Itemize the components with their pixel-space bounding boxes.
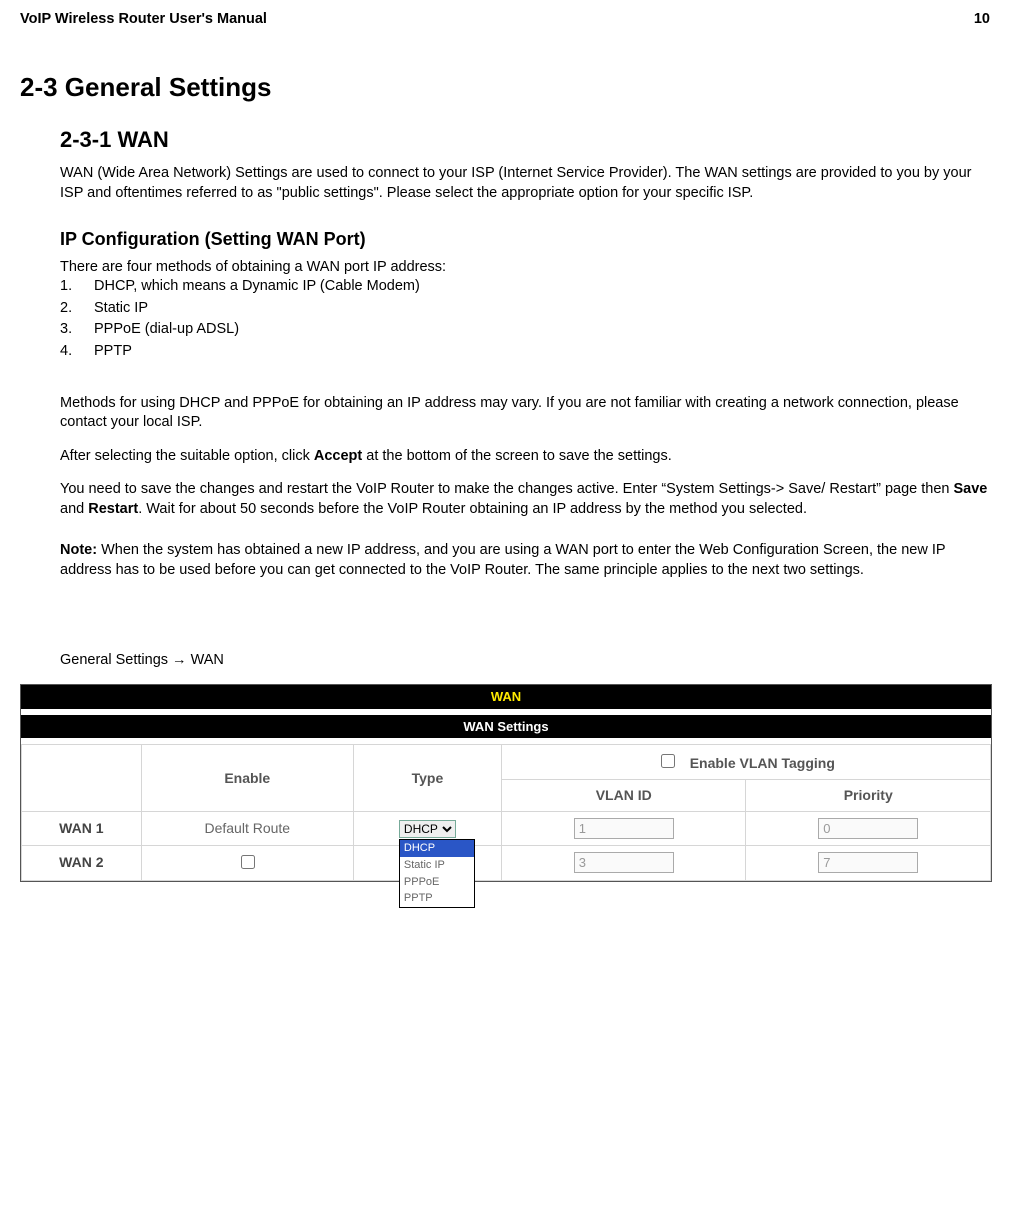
wan1-priority-input[interactable] [818,818,918,839]
heading-2-3: 2-3 General Settings [20,70,990,105]
row-type-cell: DHCP DHCP Static IP PPPoE PPTP [353,811,501,845]
type-option-pppoe[interactable]: PPPoE [400,874,474,891]
save-restart-paragraph: You need to save the changes and restart… [60,480,990,519]
col-blank [22,745,142,812]
screenshot-subtitle-bar: WAN Settings [21,715,991,739]
restart-bold: Restart [88,501,138,517]
breadcrumb-path: General Settings → WAN [60,651,990,671]
wan-settings-table: Enable Type Enable VLAN Tagging VLAN ID … [21,744,991,881]
row-enable: Default Route [141,811,353,845]
wan2-priority-input[interactable] [818,852,918,873]
wan-settings-screenshot: WAN WAN Settings Enable Type Enable VLAN… [20,684,992,882]
screenshot-title-bar: WAN [21,685,991,709]
list-item: 4.PPTP [60,342,990,364]
col-vlan-group: Enable VLAN Tagging [501,745,990,780]
note-label: Note: [60,542,97,558]
type-dropdown-list[interactable]: DHCP Static IP PPPoE PPTP [399,839,475,908]
row-enable [141,845,353,880]
accept-bold: Accept [314,448,362,464]
table-row: WAN 1 Default Route DHCP DHCP Static IP … [22,811,991,845]
list-item: 2.Static IP [60,299,990,321]
col-vlan-id: VLAN ID [501,780,746,812]
accept-paragraph: After selecting the suitable option, cli… [60,447,990,467]
wan1-vlan-id-input[interactable] [574,818,674,839]
list-item: 3.PPPoE (dial-up ADSL) [60,320,990,342]
methods-intro: There are four methods of obtaining a WA… [60,258,990,278]
page-number: 10 [974,10,990,30]
methods-list: 1.DHCP, which means a Dynamic IP (Cable … [60,277,990,363]
row-name: WAN 2 [22,845,142,880]
col-enable: Enable [141,745,353,812]
heading-2-3-1: 2-3-1 WAN [60,125,990,155]
heading-ip-configuration: IP Configuration (Setting WAN Port) [60,227,990,251]
wan2-vlan-id-input[interactable] [574,852,674,873]
col-priority: Priority [746,780,991,812]
row-name: WAN 1 [22,811,142,845]
type-option-staticip[interactable]: Static IP [400,857,474,874]
list-item: 1.DHCP, which means a Dynamic IP (Cable … [60,277,990,299]
wan-intro-paragraph: WAN (Wide Area Network) Settings are use… [60,164,990,203]
type-option-dhcp[interactable]: DHCP [400,840,474,857]
type-option-pptp[interactable]: PPTP [400,890,474,907]
col-type: Type [353,745,501,812]
save-bold: Save [954,481,988,497]
wan2-enable-checkbox[interactable] [241,855,255,869]
doc-title: VoIP Wireless Router User's Manual [20,10,267,30]
enable-vlan-tagging-checkbox[interactable] [661,754,675,768]
table-row: WAN 2 [22,845,991,880]
note-paragraph: Note: When the system has obtained a new… [60,541,990,580]
wan1-type-select[interactable]: DHCP [399,820,456,838]
methods-note-paragraph: Methods for using DHCP and PPPoE for obt… [60,394,990,433]
